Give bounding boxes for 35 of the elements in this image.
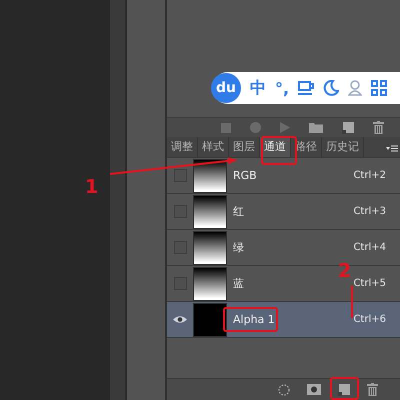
visibility-checkbox[interactable] — [174, 169, 186, 182]
language-mode-toggle[interactable]: 中 — [250, 78, 266, 98]
channel-name: 红 — [233, 204, 245, 219]
user-icon[interactable] — [348, 80, 362, 96]
step-number: 1 — [85, 178, 98, 197]
shortcut-label: Ctrl+5 — [353, 278, 386, 289]
channel-name: 绿 — [233, 240, 245, 255]
trash-icon[interactable] — [367, 383, 378, 396]
leader-line — [351, 286, 353, 318]
moon-icon[interactable] — [323, 80, 340, 96]
channel-row[interactable]: 红 Ctrl+3 — [167, 194, 400, 230]
shortcut-label: Ctrl+3 — [353, 206, 386, 217]
channel-name: Alpha 1 — [233, 313, 276, 326]
highlight-box — [330, 377, 359, 400]
ime-logo[interactable]: du — [211, 73, 241, 103]
mask-icon[interactable] — [307, 384, 321, 395]
trash-icon[interactable] — [373, 121, 384, 134]
grid-icon[interactable] — [371, 80, 388, 96]
cup-icon[interactable] — [298, 81, 314, 95]
punctuation-toggle[interactable]: °, — [275, 78, 290, 98]
shortcut-label: Ctrl+6 — [353, 314, 386, 325]
channel-row[interactable]: Alpha 1 Ctrl+6 — [167, 302, 400, 338]
folder-icon[interactable] — [309, 122, 323, 133]
new-page-icon[interactable] — [342, 122, 354, 134]
panel-menu-icon[interactable] — [386, 145, 398, 152]
highlight-box — [223, 307, 278, 332]
channel-row[interactable]: RGB Ctrl+2 — [167, 158, 400, 194]
selection-icon[interactable] — [278, 384, 290, 396]
highlight-box — [261, 136, 297, 165]
eye-icon[interactable] — [173, 315, 187, 324]
shortcut-label: Ctrl+2 — [353, 170, 386, 181]
channel-name: 蓝 — [233, 276, 245, 291]
new-page-icon[interactable] — [338, 384, 350, 396]
channel-name: RGB — [233, 169, 258, 182]
shortcut-label: Ctrl+4 — [353, 242, 386, 253]
